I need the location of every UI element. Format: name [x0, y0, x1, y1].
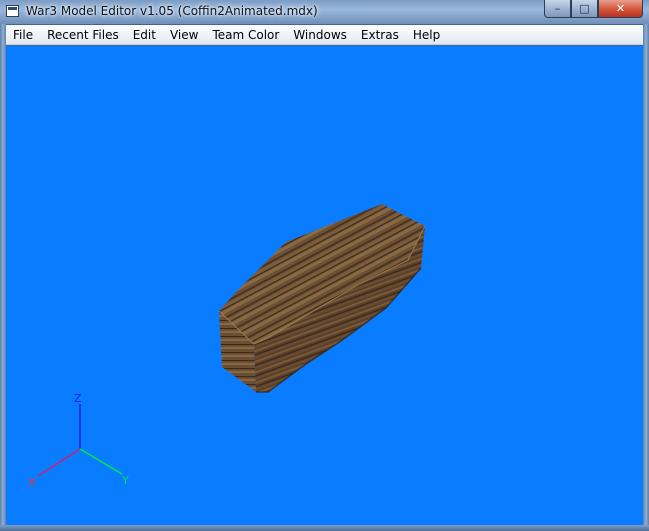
menu-windows[interactable]: Windows	[286, 25, 354, 45]
axis-gizmo: Z X Y	[28, 392, 129, 489]
menu-extras[interactable]: Extras	[354, 25, 406, 45]
viewport-canvas[interactable]: Z X Y	[6, 46, 643, 525]
coffin-model[interactable]	[218, 204, 426, 393]
x-axis-label: X	[28, 476, 36, 489]
menu-file[interactable]: File	[6, 25, 40, 45]
close-icon: ✕	[615, 2, 626, 15]
menu-edit[interactable]: Edit	[126, 25, 163, 45]
3d-viewport[interactable]: Z X Y	[6, 46, 643, 525]
x-axis-line	[37, 448, 81, 477]
window-border-bottom	[0, 525, 649, 531]
menu-bar: File Recent Files Edit View Team Color W…	[6, 25, 643, 45]
close-button[interactable]: ✕	[598, 0, 643, 18]
minimize-button[interactable]: –	[544, 0, 571, 18]
menu-view[interactable]: View	[163, 25, 205, 45]
z-axis-label: Z	[74, 392, 82, 405]
y-axis-line	[79, 448, 123, 475]
menu-help[interactable]: Help	[406, 25, 447, 45]
y-axis-label: Y	[121, 474, 129, 487]
maximize-button[interactable]: □	[571, 0, 598, 18]
app-window-icon[interactable]	[6, 5, 19, 17]
maximize-icon: □	[579, 2, 590, 15]
menu-team-color[interactable]: Team Color	[205, 25, 286, 45]
minimize-icon: –	[554, 2, 561, 15]
window-title: War3 Model Editor v1.05 (Coffin2Animated…	[26, 4, 318, 18]
caption-buttons: – □ ✕	[544, 0, 643, 18]
menu-recent-files[interactable]: Recent Files	[40, 25, 126, 45]
app-window: War3 Model Editor v1.05 (Coffin2Animated…	[0, 0, 649, 531]
window-border-right	[643, 24, 649, 531]
title-bar[interactable]: War3 Model Editor v1.05 (Coffin2Animated…	[0, 0, 649, 24]
